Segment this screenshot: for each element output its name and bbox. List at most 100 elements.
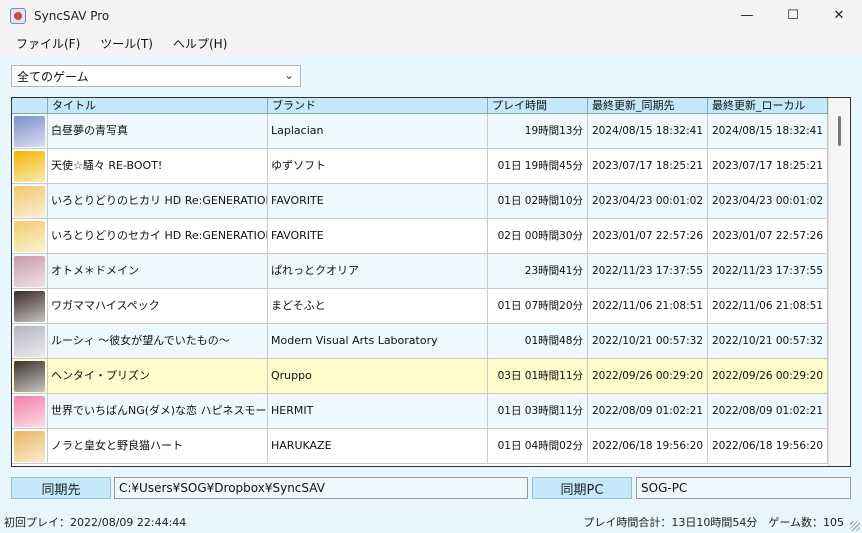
game-thumbnail xyxy=(14,185,45,217)
game-playtime: 03日 01時間11分 xyxy=(488,359,588,393)
game-title: ルーシィ 〜彼女が望んでいたもの〜 xyxy=(48,324,268,358)
table-row[interactable]: いろとりどりのヒカリ HD Re:GENERATION FAVORITE 01日 0… xyxy=(12,184,828,219)
game-local-updated: 2022/06/18 19:56:20 xyxy=(708,429,828,463)
game-local-updated: 2022/10/21 00:57:32 xyxy=(708,324,828,358)
game-filter-dropdown[interactable]: 全てのゲーム ⌄ xyxy=(11,65,301,87)
table-row[interactable]: ルーシィ 〜彼女が望んでいたもの〜 Modern Visual Arts Labo… xyxy=(12,324,828,359)
column-header-synced-updated[interactable]: 最終更新_同期先 xyxy=(588,98,708,114)
game-local-updated: 2023/07/17 18:25:21 xyxy=(708,149,828,183)
game-thumbnail-cell xyxy=(12,394,48,428)
summary-status: プレイ時間合計：13日10時間54分 ゲーム数：105 xyxy=(583,516,844,529)
game-playtime: 01日 04時間02分 xyxy=(488,429,588,463)
game-synced-updated: 2022/11/23 17:37:55 xyxy=(588,254,708,288)
table-row[interactable]: いろとりどりのセカイ HD Re:GENERATION FAVORITE 02日 0… xyxy=(12,219,828,254)
sync-pc-name[interactable]: SOG-PC xyxy=(636,477,851,499)
game-thumbnail-cell xyxy=(12,324,48,358)
table-row[interactable]: ワガママハイスペック まどそふと 01日 07時間20分 2022/11/06 21:… xyxy=(12,289,828,324)
menu-help[interactable]: ヘルプ(H) xyxy=(163,35,237,52)
game-title: ワガママハイスペック xyxy=(48,289,268,323)
column-header-playtime[interactable]: プレイ時間 xyxy=(488,98,588,114)
game-local-updated: 2022/11/06 21:08:51 xyxy=(708,289,828,323)
game-synced-updated: 2022/11/06 21:08:51 xyxy=(588,289,708,323)
game-title: 天使☆騒々 RE-BOOT! xyxy=(48,149,268,183)
minimize-icon: — xyxy=(740,8,754,23)
column-header-title[interactable]: タイトル xyxy=(48,98,268,114)
game-brand: HARUKAZE xyxy=(268,429,488,463)
table-header: タイトル ブランド プレイ時間 最終更新_同期先 最終更新_ローカル xyxy=(12,98,828,114)
game-title: いろとりどりのヒカリ HD Re:GENERATION xyxy=(48,184,268,218)
game-thumbnail-cell xyxy=(12,254,48,288)
game-playtime: 19時間13分 xyxy=(488,114,588,148)
game-title: 白昼夢の青写真 xyxy=(48,114,268,148)
games-table: タイトル ブランド プレイ時間 最終更新_同期先 最終更新_ローカル 白昼夢の青… xyxy=(11,97,851,467)
game-local-updated: 2022/08/09 01:02:21 xyxy=(708,394,828,428)
vertical-scrollbar[interactable] xyxy=(828,98,850,466)
game-synced-updated: 2023/01/07 22:57:26 xyxy=(588,219,708,253)
game-brand: HERMIT xyxy=(268,394,488,428)
game-thumbnail-cell xyxy=(12,429,48,463)
table-row[interactable]: ノラと皇女と野良猫ハート HARUKAZE 01日 04時間02分 2022/06/1… xyxy=(12,429,828,464)
game-local-updated: 2023/04/23 00:01:02 xyxy=(708,184,828,218)
close-icon: ✕ xyxy=(833,8,845,23)
game-thumbnail xyxy=(14,220,45,252)
table-row[interactable]: 天使☆騒々 RE-BOOT! ゆずソフト 01日 19時間45分 2023/07/17… xyxy=(12,149,828,184)
game-thumbnail xyxy=(14,395,45,427)
game-brand: ぱれっとクオリア xyxy=(268,254,488,288)
window-controls: — ☐ ✕ xyxy=(724,0,862,31)
game-playtime: 01日 19時間45分 xyxy=(488,149,588,183)
sync-pc-label: 同期PC xyxy=(532,477,632,499)
game-playtime: 01時間48分 xyxy=(488,324,588,358)
table-row[interactable]: 世界でいちばんNG(ダメ)な恋 ハピネスモーションHERMIT01日 03時間1… xyxy=(12,394,828,429)
table-row[interactable]: 白昼夢の青写真 Laplacian 19時間13分 2024/08/15 18:32:… xyxy=(12,114,828,149)
maximize-button[interactable]: ☐ xyxy=(770,0,816,31)
game-thumbnail xyxy=(14,430,45,462)
game-thumbnail-cell xyxy=(12,114,48,148)
game-thumbnail-cell xyxy=(12,149,48,183)
game-local-updated: 2023/01/07 22:57:26 xyxy=(708,219,828,253)
column-header-brand[interactable]: ブランド xyxy=(268,98,488,114)
game-thumbnail xyxy=(14,290,45,322)
maximize-icon: ☐ xyxy=(787,8,799,23)
game-synced-updated: 2023/04/23 00:01:02 xyxy=(588,184,708,218)
game-title: オトメ＊ドメイン xyxy=(48,254,268,288)
game-thumbnail xyxy=(14,150,45,182)
game-brand: FAVORITE xyxy=(268,184,488,218)
game-thumbnail-cell xyxy=(12,219,48,253)
menu-bar: ファイル(F) ツール(T) ヘルプ(H) xyxy=(0,31,862,55)
game-playtime: 01日 02時間10分 xyxy=(488,184,588,218)
game-local-updated: 2022/11/23 17:37:55 xyxy=(708,254,828,288)
game-thumbnail-cell xyxy=(12,289,48,323)
game-playtime: 02日 00時間30分 xyxy=(488,219,588,253)
table-row[interactable]: ヘンタイ・プリズン Qruppo 03日 01時間11分 2022/09/26 00:… xyxy=(12,359,828,394)
game-filter-value: 全てのゲーム xyxy=(17,69,89,84)
column-header-local-updated[interactable]: 最終更新_ローカル xyxy=(708,98,828,114)
game-thumbnail xyxy=(14,255,45,287)
game-title: 世界でいちばんNG(ダメ)な恋 ハピネスモーション xyxy=(48,394,268,428)
game-local-updated: 2022/09/26 00:29:20 xyxy=(708,359,828,393)
game-brand: FAVORITE xyxy=(268,219,488,253)
game-synced-updated: 2022/09/26 00:29:20 xyxy=(588,359,708,393)
game-thumbnail xyxy=(14,115,45,147)
table-body: 白昼夢の青写真 Laplacian 19時間13分 2024/08/15 18:32:… xyxy=(12,114,828,464)
game-brand: Qruppo xyxy=(268,359,488,393)
column-header-thumbnail[interactable] xyxy=(12,98,48,114)
game-synced-updated: 2022/08/09 01:02:21 xyxy=(588,394,708,428)
app-icon xyxy=(10,7,26,24)
close-button[interactable]: ✕ xyxy=(816,0,862,31)
resize-grip-icon[interactable] xyxy=(850,521,860,531)
game-playtime: 01日 03時間11分 xyxy=(488,394,588,428)
game-thumbnail xyxy=(14,360,45,392)
first-play-status: 初回プレイ：2022/08/09 22:44:44 xyxy=(4,516,187,529)
game-local-updated: 2024/08/15 18:32:41 xyxy=(708,114,828,148)
table-row[interactable]: オトメ＊ドメイン ぱれっとクオリア 23時間41分 2022/11/23 17:37:… xyxy=(12,254,828,289)
sync-destination-path[interactable]: C:¥Users¥SOG¥Dropbox¥SyncSAV xyxy=(114,477,528,499)
minimize-button[interactable]: — xyxy=(724,0,770,31)
scrollbar-thumb[interactable] xyxy=(838,116,841,146)
game-synced-updated: 2022/06/18 19:56:20 xyxy=(588,429,708,463)
menu-tools[interactable]: ツール(T) xyxy=(90,35,163,52)
game-thumbnail xyxy=(14,325,45,357)
game-playtime: 01日 07時間20分 xyxy=(488,289,588,323)
game-brand: Modern Visual Arts Laboratory xyxy=(268,324,488,358)
menu-file[interactable]: ファイル(F) xyxy=(6,35,90,52)
game-synced-updated: 2022/10/21 00:57:32 xyxy=(588,324,708,358)
